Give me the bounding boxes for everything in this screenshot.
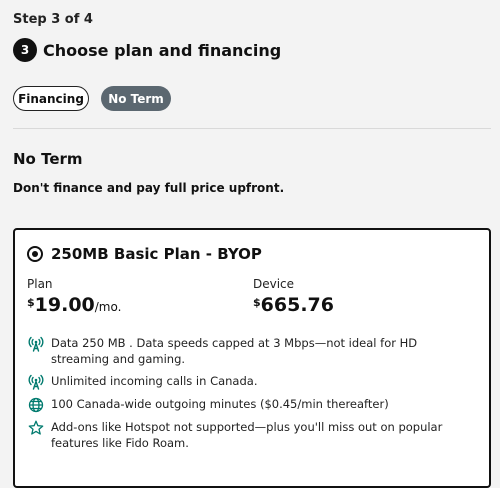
feature-item: Unlimited incoming calls in Canada. xyxy=(27,373,471,390)
plan-radio-button[interactable] xyxy=(27,246,43,262)
step-indicator: Step 3 of 4 xyxy=(13,12,93,27)
divider xyxy=(13,128,491,129)
feature-text: 100 Canada-wide outgoing minutes ($0.45/… xyxy=(51,397,389,411)
no-term-toggle-button[interactable]: No Term xyxy=(101,86,171,111)
plan-unit: /mo. xyxy=(94,300,122,314)
feature-text: Add-ons like Hotspot not supported—plus … xyxy=(51,420,443,450)
section-heading: 3 Choose plan and financing xyxy=(13,38,281,62)
plan-name: 250MB Basic Plan - BYOP xyxy=(51,245,262,263)
plan-price: $19.00/mo. xyxy=(27,294,121,316)
feature-item: 100 Canada-wide outgoing minutes ($0.45/… xyxy=(27,396,471,413)
financing-toggle-button[interactable]: Financing xyxy=(13,86,89,111)
section-description: Don't finance and pay full price upfront… xyxy=(13,181,285,195)
plan-card[interactable]: 250MB Basic Plan - BYOP Plan $19.00/mo. … xyxy=(13,228,491,488)
plan-price-label: Plan xyxy=(27,277,53,291)
feature-text: Unlimited incoming calls in Canada. xyxy=(51,374,258,388)
page-title: Choose plan and financing xyxy=(43,40,282,60)
section-title: No Term xyxy=(13,150,83,168)
signal-tower-icon xyxy=(27,373,45,390)
device-currency: $ xyxy=(253,296,261,309)
device-price: $665.76 xyxy=(253,294,334,316)
device-amount: 665.76 xyxy=(260,294,334,316)
device-price-label: Device xyxy=(253,277,295,291)
star-icon xyxy=(27,419,45,451)
plan-amount: 19.00 xyxy=(34,294,95,316)
feature-item: Data 250 MB . Data speeds capped at 3 Mb… xyxy=(27,335,471,367)
plan-currency: $ xyxy=(27,296,35,309)
globe-icon xyxy=(27,396,45,413)
step-number-badge: 3 xyxy=(13,38,37,62)
signal-tower-icon xyxy=(27,335,45,367)
feature-item: Add-ons like Hotspot not supported—plus … xyxy=(27,419,471,451)
feature-text: Data 250 MB . Data speeds capped at 3 Mb… xyxy=(51,336,418,366)
